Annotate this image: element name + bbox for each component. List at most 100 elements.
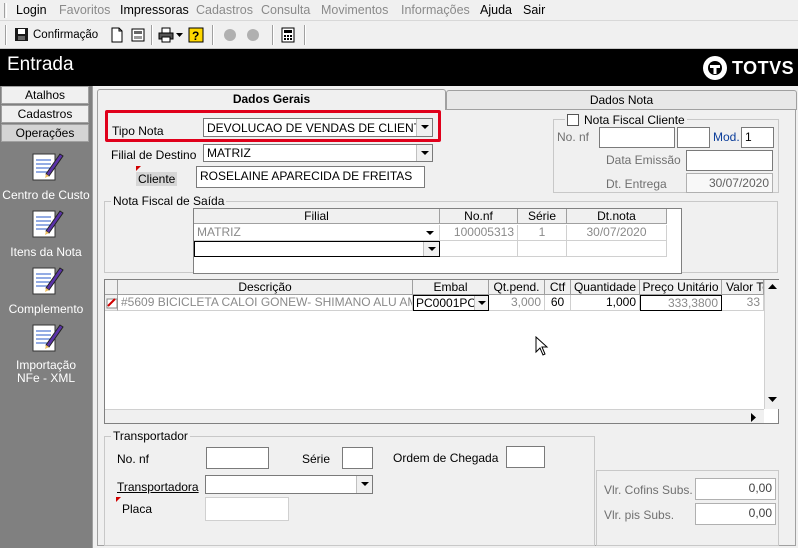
items-col-descricao[interactable]: Descrição	[118, 280, 413, 295]
toolbar-separator	[304, 25, 306, 45]
menu-movimentos[interactable]: Movimentos	[321, 3, 388, 17]
transportadora-select[interactable]	[205, 475, 373, 494]
scroll-down-icon[interactable]	[768, 397, 777, 403]
nota-fiscal-cliente-checkbox[interactable]: Nota Fiscal Cliente	[565, 113, 687, 127]
menu-informacoes[interactable]: Informações	[401, 3, 470, 17]
tipo-nota-dropdown-button[interactable]	[416, 119, 432, 136]
tab-dados-gerais[interactable]: Dados Gerais	[97, 89, 446, 110]
nf-saida-col-filial[interactable]: Filial	[194, 209, 440, 224]
nf-saida-cell-filial[interactable]: MATRIZ	[194, 225, 440, 241]
tipo-nota-select[interactable]: DEVOLUCAO DE VENDAS DE CLIENTES	[203, 118, 433, 137]
mod-value: 1	[745, 130, 752, 144]
scroll-right-icon[interactable]	[751, 413, 757, 422]
items-row-header	[105, 280, 118, 295]
items-cell-valor[interactable]: 33	[722, 295, 764, 311]
nf-saida-empty-cell[interactable]	[567, 241, 667, 257]
sidebar-item-centro-de-custo[interactable]: Centro de Custo	[0, 148, 92, 202]
transportadora-label[interactable]: Transportadora	[117, 480, 199, 494]
items-cell-preco[interactable]: 333,3800	[640, 295, 722, 311]
items-col-ctf[interactable]: Ctf	[545, 280, 571, 295]
items-horizontal-scrollbar[interactable]	[105, 409, 764, 423]
items-row-indicator[interactable]	[105, 295, 118, 311]
confirm-button[interactable]: Confirmação	[14, 27, 98, 42]
printer-dropdown-icon[interactable]	[176, 33, 183, 38]
nota-cliente-serie-input[interactable]	[677, 127, 710, 148]
nf-saida-col-dtnota[interactable]: Dt.nota	[567, 209, 667, 224]
items-cell-embal[interactable]: PC0001PC	[413, 295, 489, 311]
checkbox-box[interactable]	[567, 114, 579, 126]
menu-bar: Login Favoritos Impressoras Cadastros Co…	[0, 0, 798, 21]
sidebar-tab-operacoes[interactable]: Operações	[1, 124, 89, 142]
items-col-embal[interactable]: Embal	[413, 280, 489, 295]
items-col-preco[interactable]: Preço Unitário	[640, 280, 722, 295]
items-vertical-scrollbar[interactable]	[764, 280, 779, 409]
filial-destino-select[interactable]: MATRIZ	[203, 144, 433, 162]
items-col-qtpend[interactable]: Qt.pend.	[489, 280, 545, 295]
cliente-field[interactable]: ROSELAINE APARECIDA DE FREITAS	[196, 166, 425, 188]
chevron-down-icon	[360, 482, 369, 486]
sidebar-tab-cadastros[interactable]: Cadastros	[1, 105, 89, 123]
items-col-quantidade[interactable]: Quantidade	[571, 280, 640, 295]
data-emissao-input[interactable]	[686, 150, 773, 171]
required-marker	[136, 166, 141, 171]
new-document-icon[interactable]	[109, 27, 125, 43]
menu-consulta[interactable]: Consulta	[261, 3, 310, 17]
items-cell-ctf[interactable]: 60	[545, 295, 571, 311]
menu-grip	[4, 3, 7, 18]
menu-impressoras[interactable]: Impressoras	[120, 3, 189, 17]
disabled-tool-icon[interactable]	[245, 27, 261, 43]
items-cell-descricao[interactable]: #5609 BICICLETA CALOI GONEW- SHIMANO ALU…	[118, 295, 413, 311]
sidebar-item-label: Importação NFe - XML	[15, 358, 77, 385]
items-embal-dropdown[interactable]	[474, 296, 488, 310]
transp-no-nf-input[interactable]	[206, 447, 269, 469]
nf-saida-col-serie[interactable]: Série	[518, 209, 567, 224]
menu-login[interactable]: Login	[16, 3, 47, 17]
menu-cadastros[interactable]: Cadastros	[196, 3, 253, 17]
chevron-down-icon[interactable]	[426, 231, 434, 236]
document-pen-icon	[32, 210, 64, 238]
filial-dropdown-button[interactable]	[416, 145, 432, 161]
tab-dados-nota[interactable]: Dados Nota	[446, 90, 797, 110]
ordem-chegada-input[interactable]	[506, 446, 545, 468]
mod-input[interactable]: 1	[741, 127, 774, 148]
cofins-input[interactable]: 0,00	[695, 478, 776, 500]
print-preview-icon[interactable]	[130, 27, 146, 43]
sidebar-item-itens-da-nota[interactable]: Itens da Nota	[0, 205, 92, 259]
items-grid[interactable]: Descrição Embal Qt.pend. Ctf Quantidade …	[104, 279, 779, 424]
pis-input[interactable]: 0,00	[695, 503, 776, 525]
nf-saida-new-row-combo[interactable]	[194, 241, 440, 257]
calculator-icon[interactable]	[280, 27, 296, 43]
toolbar-separator	[151, 25, 153, 45]
transportadora-dropdown-button[interactable]	[356, 476, 372, 493]
nf-saida-new-dropdown[interactable]	[423, 242, 439, 256]
nf-saida-cell-serie[interactable]: 1	[518, 225, 567, 241]
sidebar-tab-atalhos[interactable]: Atalhos	[1, 86, 89, 104]
sidebar-item-complemento[interactable]: Complemento	[0, 262, 92, 316]
transportador-title: Transportador	[111, 429, 190, 443]
items-cell-qtpend[interactable]: 3,000	[489, 295, 545, 311]
items-cell-quantidade[interactable]: 1,000	[571, 295, 640, 311]
nf-saida-grid[interactable]: Filial No.nf Série Dt.nota MATRIZ 100005…	[193, 208, 682, 274]
disabled-tool-icon[interactable]	[222, 27, 238, 43]
printer-icon[interactable]	[158, 27, 174, 43]
scroll-up-icon[interactable]	[768, 284, 777, 290]
transp-serie-input[interactable]	[342, 447, 373, 469]
mod-label: Mod.	[713, 130, 740, 144]
nf-saida-cell-dtnota[interactable]: 30/07/2020	[567, 225, 667, 241]
items-col-valor[interactable]: Valor To	[722, 280, 764, 295]
nf-saida-empty-cell[interactable]	[518, 241, 567, 257]
sidebar-item-importacao-nfe[interactable]: Importação NFe - XML	[0, 319, 92, 385]
nf-saida-cell-nonf[interactable]: 100005313	[440, 225, 518, 241]
help-query-icon[interactable]: ?	[188, 27, 204, 43]
totvs-logo-text: TOTVS	[732, 57, 795, 78]
menu-favoritos[interactable]: Favoritos	[59, 3, 110, 17]
placa-input[interactable]	[205, 497, 289, 521]
dt-entrega-label: Dt. Entrega	[606, 177, 667, 191]
nf-saida-col-nonf[interactable]: No.nf	[440, 209, 518, 224]
dt-entrega-input[interactable]: 30/07/2020	[686, 173, 773, 193]
menu-ajuda[interactable]: Ajuda	[480, 3, 512, 17]
nota-cliente-no-nf-input[interactable]	[599, 127, 675, 148]
menu-sair[interactable]: Sair	[523, 3, 545, 17]
cliente-label[interactable]: Cliente	[136, 172, 178, 186]
nf-saida-empty-cell[interactable]	[440, 241, 518, 257]
